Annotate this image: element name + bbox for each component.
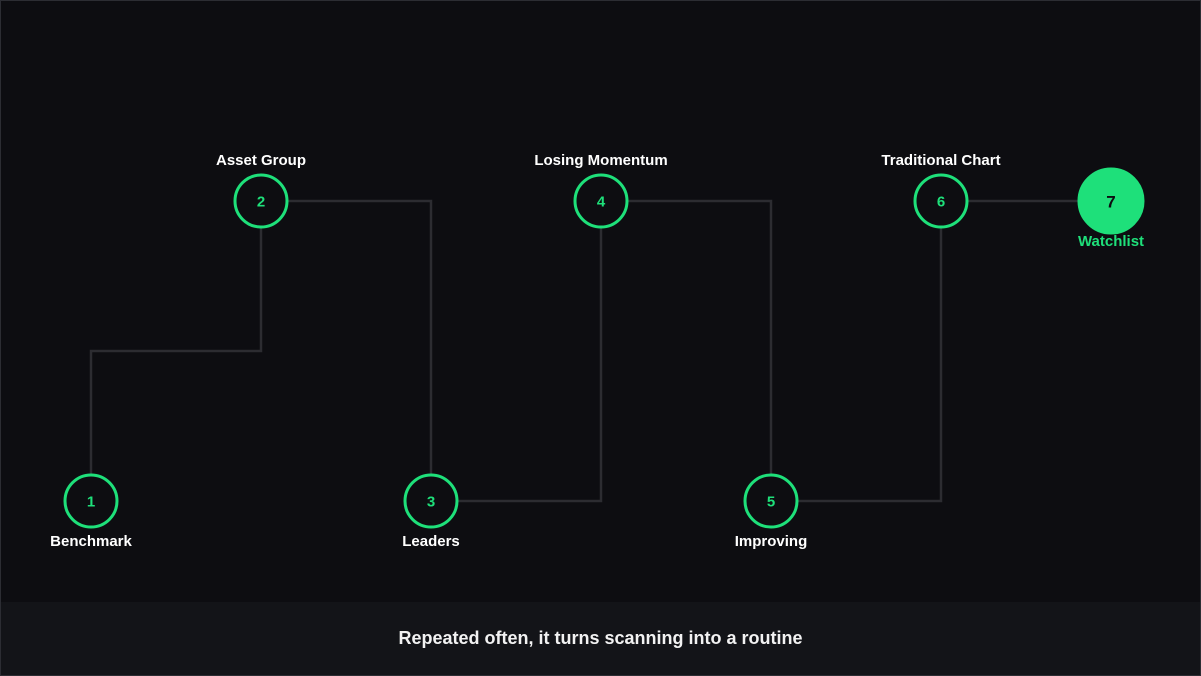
diagram-canvas: 1 Benchmark 2 Asset Group 3 Leaders 4 Losing Mo… (0, 0, 1201, 676)
step-node-1[interactable]: 1 Benchmark (50, 473, 133, 550)
step-number-7: 7 (1106, 193, 1115, 212)
step-number-4: 4 (597, 194, 606, 211)
step-label-7: Watchlist (1078, 233, 1144, 250)
step-node-5[interactable]: 5 Improving (735, 473, 808, 550)
workflow-diagram: 1 Benchmark 2 Asset Group 3 Leaders 4 Losing Mo… (50, 152, 1145, 550)
connector-lines (89, 199, 1079, 503)
connector-1-2 (89, 228, 263, 474)
step-label-6: Traditional Chart (881, 152, 1000, 169)
step-label-4: Losing Momentum (534, 152, 667, 169)
step-number-2: 2 (257, 194, 265, 211)
step-number-5: 5 (767, 494, 775, 511)
step-label-1: Benchmark (50, 533, 132, 550)
connector-5-6 (798, 228, 943, 503)
step-node-6[interactable]: 6 Traditional Chart (881, 152, 1001, 229)
connector-4-5 (628, 199, 773, 474)
connector-3-4 (458, 228, 603, 503)
caption-bar: Repeated often, it turns scanning into a… (1, 602, 1200, 675)
step-node-3[interactable]: 3 Leaders (402, 473, 460, 550)
caption-text: Repeated often, it turns scanning into a… (398, 628, 803, 648)
connector-2-3 (288, 199, 433, 474)
step-number-6: 6 (937, 194, 945, 211)
step-node-2[interactable]: 2 Asset Group (216, 152, 306, 229)
step-node-7[interactable]: 7 Watchlist (1077, 167, 1145, 250)
step-node-4[interactable]: 4 Losing Momentum (534, 152, 668, 229)
step-label-2: Asset Group (216, 152, 306, 169)
step-label-3: Leaders (402, 533, 460, 550)
step-label-5: Improving (735, 533, 808, 550)
step-number-1: 1 (87, 494, 95, 511)
step-number-3: 3 (427, 494, 435, 511)
